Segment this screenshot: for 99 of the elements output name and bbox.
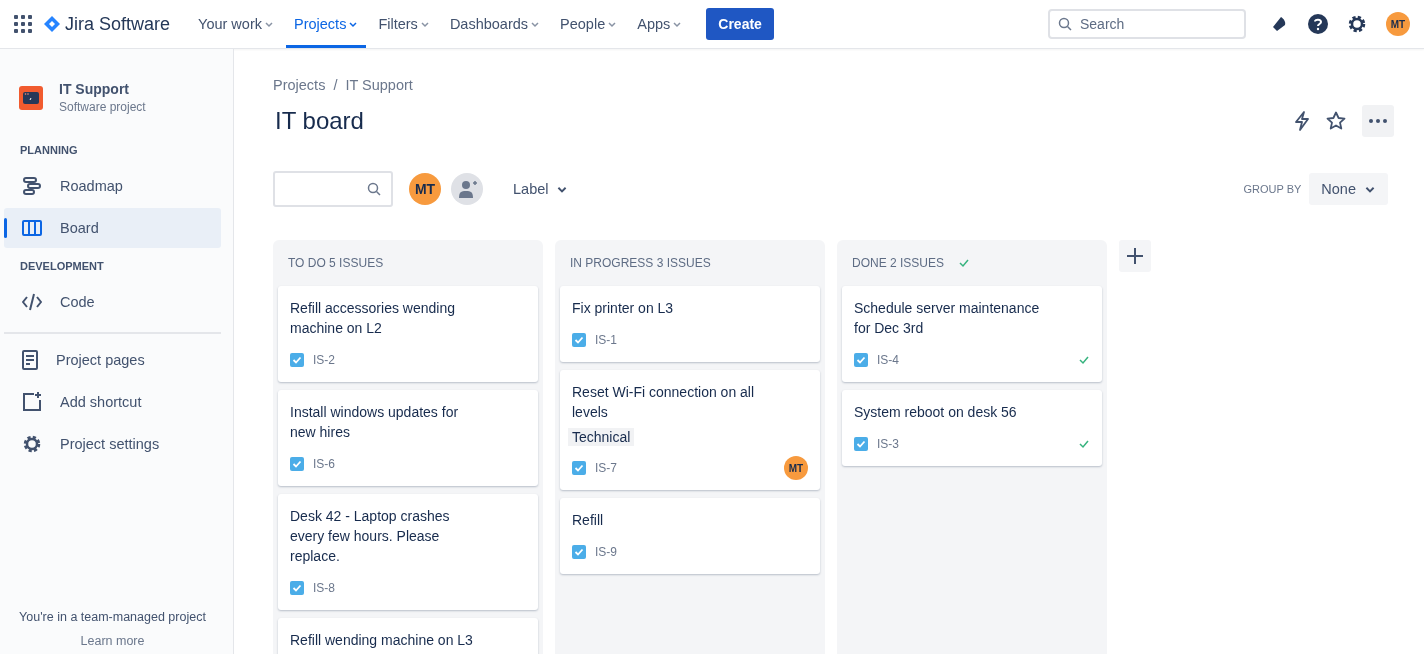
issue-card[interactable]: Desk 42 - Laptop crashes every few hours. Please replace. IS-8 (278, 494, 538, 610)
board-search-field[interactable] (273, 171, 393, 207)
settings-icon (22, 434, 42, 454)
create-button[interactable]: Create (706, 8, 774, 40)
issue-card[interactable]: Reset Wi-Fi connection on all levels Technical IS-7 MT (560, 370, 820, 490)
sidebar-item[interactable]: Project pages (4, 340, 221, 380)
nav-menu[interactable]: Apps (629, 0, 691, 48)
group-by-dropdown[interactable]: None (1309, 173, 1388, 205)
issue-key: IS-2 (313, 353, 335, 367)
check-icon (1078, 439, 1090, 449)
issue-card[interactable]: Schedule server maintenance for Dec 3rd IS-4 (842, 286, 1102, 382)
team-managed-note: You're in a team-managed project (18, 610, 207, 624)
issue-card[interactable]: Refill accessories wending machine on L2 IS-2 (278, 286, 538, 382)
lightning-icon[interactable] (1294, 111, 1310, 131)
project-name: IT Support (59, 81, 130, 97)
user-avatar[interactable]: MT (1386, 12, 1410, 36)
nav-menu[interactable]: Projects (286, 0, 367, 48)
issue-title: System reboot on desk 56 (854, 403, 1018, 422)
caret-icon (607, 19, 618, 29)
search-field[interactable]: Search (1048, 9, 1246, 39)
issue-label: Technical (568, 428, 635, 446)
caret-icon (419, 19, 430, 29)
task-icon (290, 353, 304, 367)
sidebar-item[interactable]: Project settings (4, 424, 221, 464)
column-title: TO DO 5 ISSUES (288, 256, 384, 270)
task-icon (854, 437, 868, 451)
section-heading: DEVELOPMENT (19, 260, 105, 272)
nav-menu[interactable]: Dashboards (441, 0, 549, 48)
caret-icon (348, 19, 359, 29)
task-icon (290, 581, 304, 595)
plus-icon (1126, 247, 1144, 265)
project-icon (19, 85, 43, 110)
issue-title: Fix printer on L3 (572, 299, 675, 318)
project-type: Software project (59, 100, 146, 114)
issue-card[interactable]: Install windows updates for new hires IS-6 (278, 390, 538, 486)
settings-icon[interactable] (1347, 14, 1367, 34)
product-name[interactable]: Jira Software (65, 13, 171, 35)
task-icon (572, 461, 586, 475)
task-icon (290, 457, 304, 471)
issue-key: IS-8 (313, 581, 335, 595)
more-icon (1368, 119, 1388, 123)
issue-card[interactable]: Refill wending machine on L3 (278, 618, 538, 654)
board-icon (22, 220, 42, 236)
diamond-logo-icon (44, 16, 60, 32)
check-icon (958, 258, 971, 268)
issue-key: IS-9 (595, 545, 617, 559)
sidebar-item[interactable]: Board (4, 208, 221, 248)
issue-key: IS-7 (595, 461, 617, 475)
app-grid-icon[interactable] (14, 15, 32, 33)
column-title: DONE 2 ISSUES (852, 256, 945, 270)
issue-key: IS-3 (877, 437, 899, 451)
caret-icon (264, 19, 274, 29)
breadcrumb-link[interactable]: IT Support (345, 77, 413, 93)
nav-menu[interactable]: Your work (190, 0, 282, 48)
label-dropdown[interactable]: Label (507, 173, 575, 205)
page-icon (22, 350, 38, 370)
column-title: IN PROGRESS 3 ISSUES (570, 256, 711, 270)
code-icon (22, 293, 42, 311)
issue-card[interactable]: Fix printer on L3 IS-1 (560, 286, 820, 362)
search-icon (367, 182, 381, 196)
issue-key: IS-4 (877, 353, 899, 367)
issue-title: Refill accessories wending machine on L2 (290, 299, 456, 338)
issue-title: Refill wending machine on L3 (290, 631, 474, 650)
issue-title: Schedule server maintenance for Dec 3rd (854, 299, 1041, 338)
more-button[interactable] (1362, 105, 1394, 137)
task-icon (572, 333, 586, 347)
nav-menu[interactable]: People (552, 0, 626, 48)
issue-title: Desk 42 - Laptop crashes every few hours. Please replace. (290, 507, 451, 566)
issue-card[interactable]: System reboot on desk 56 IS-3 (842, 390, 1102, 466)
caret-icon (672, 19, 683, 29)
user-avatar[interactable]: MT (409, 173, 441, 205)
issue-key: IS-1 (595, 333, 617, 347)
learn-more-link[interactable]: Learn more (80, 634, 145, 648)
page-title: IT board (275, 107, 365, 135)
task-icon (572, 545, 586, 559)
check-icon (1078, 355, 1090, 365)
issue-title: Reset Wi-Fi connection on all levels (572, 383, 756, 422)
group-by-label: GROUP BY (1243, 183, 1302, 195)
task-icon (854, 353, 868, 367)
issue-card[interactable]: Refill IS-9 (560, 498, 820, 574)
nav-menu[interactable]: Filters (370, 0, 438, 48)
roadmap-icon (22, 176, 42, 196)
issue-title: Install windows updates for new hires (290, 403, 460, 442)
sidebar-item[interactable]: Roadmap (4, 166, 221, 206)
assignee-avatar[interactable]: MT (784, 456, 808, 480)
sidebar-item[interactable]: Code (4, 282, 221, 322)
section-heading: PLANNING (19, 144, 79, 156)
sidebar-item[interactable]: Add shortcut (4, 382, 221, 422)
search-icon (1058, 17, 1072, 31)
add-column-button[interactable] (1119, 240, 1151, 272)
caret-icon (530, 19, 541, 29)
breadcrumb-link[interactable]: Projects (273, 77, 326, 93)
issue-key: IS-6 (313, 457, 335, 471)
help-icon[interactable] (1307, 13, 1329, 35)
star-icon[interactable] (1326, 111, 1346, 131)
issue-title: Refill (572, 511, 605, 530)
breadcrumb-separator: / (333, 77, 338, 93)
add-shortcut-icon (22, 392, 42, 412)
add-person-icon[interactable] (451, 173, 483, 205)
